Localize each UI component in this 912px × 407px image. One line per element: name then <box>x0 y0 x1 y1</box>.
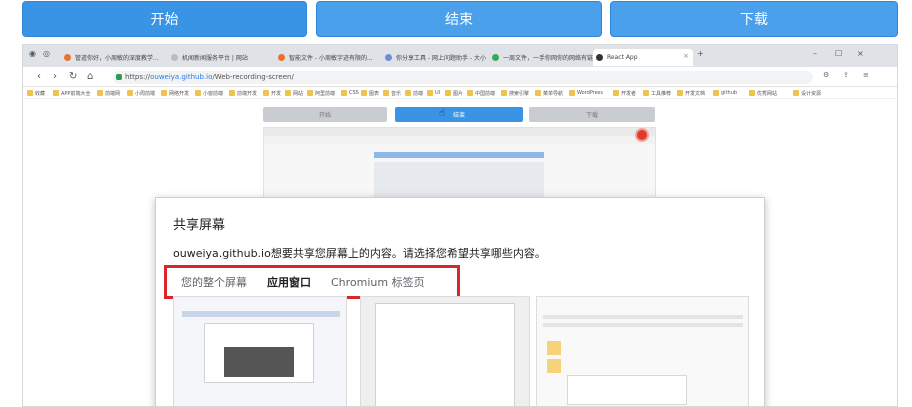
thumb-row <box>543 323 743 327</box>
window-thumbnail[interactable] <box>536 296 749 406</box>
tab-favicon-icon <box>64 54 71 61</box>
tab-chromium-tab[interactable]: Chromium 标签页 <box>331 274 425 290</box>
tab-application-window[interactable]: 应用窗口 <box>267 274 311 290</box>
share-source-tabs: 您的整个屏幕 应用窗口 Chromium 标签页 <box>164 265 460 299</box>
tab-favicon-icon <box>278 54 285 61</box>
bookmark-item[interactable]: 工具推荐 <box>643 88 671 98</box>
dialog-description: ouweiya.github.io想要共享您屏幕上的内容。请选择您希望共享哪些内… <box>173 247 546 260</box>
browser-tab-strip: ◉ ◎ 管道你好，小周敏的深度教学... 机闻新闻服务平台 | 网站 智能文件 … <box>23 45 897 67</box>
tab-favicon-icon <box>171 54 178 61</box>
share-icon[interactable]: ⇪ <box>843 71 849 79</box>
bookmark-item[interactable]: 中国前端 <box>467 88 495 98</box>
browser-tab-active[interactable]: React App × <box>593 49 693 66</box>
thumb-folder-icon <box>547 359 561 373</box>
nested-address-bar <box>264 136 655 144</box>
nested-tab-strip <box>264 128 655 136</box>
close-tab-icon[interactable]: × <box>683 52 689 60</box>
extensions-icon[interactable]: ⚙ <box>823 71 829 79</box>
bookmark-item[interactable]: github <box>713 88 737 98</box>
bookmark-item[interactable]: 小窗前端 <box>195 88 223 98</box>
bookmark-item[interactable]: UI <box>427 88 440 98</box>
back-icon[interactable]: ‹ <box>37 71 41 82</box>
minimize-icon[interactable]: – <box>813 49 817 58</box>
nested-start-button[interactable]: 开始 <box>263 107 387 122</box>
thumb-image <box>224 347 294 377</box>
address-bar-row: ‹ › ↻ ⌂ https://ouweiya.github.io/Web-re… <box>23 67 897 87</box>
bookmark-item[interactable]: 网站 <box>285 88 303 98</box>
bookmark-item[interactable]: 开发文档 <box>677 88 705 98</box>
new-tab-icon[interactable]: + <box>697 49 704 58</box>
thumb-panel <box>567 375 687 405</box>
bookmark-item[interactable]: APP前端大全 <box>53 88 90 98</box>
bookmark-item[interactable]: 搜索引擎 <box>501 88 529 98</box>
lock-icon <box>116 74 122 80</box>
bookmark-item[interactable]: 小周前端 <box>127 88 155 98</box>
tab-favicon-icon <box>492 54 499 61</box>
nested-download-button[interactable]: 下载 <box>529 107 655 122</box>
browser-tab[interactable]: 管道你好，小周敏的深度教学... <box>61 49 165 66</box>
nested-button-strip <box>374 152 544 158</box>
download-button[interactable]: 下载 <box>610 1 898 37</box>
bookmark-item[interactable]: 开发者 <box>613 88 636 98</box>
bookmark-item[interactable]: 菜单导航 <box>535 88 563 98</box>
bookmark-item[interactable]: CSS <box>341 88 359 98</box>
tab-favicon-icon <box>385 54 392 61</box>
screen-recording-page: 开始 结束 下载 ◉ ◎ 管道你好，小周敏的深度教学... 机闻新闻服务平台 |… <box>0 0 912 407</box>
browser-tab[interactable]: 一周文件，一手你网你的网络有链 <box>489 49 593 66</box>
bookmark-item[interactable]: 阿里前端 <box>307 88 335 98</box>
browser-logo-icon: ◉ <box>29 49 36 58</box>
bookmark-item[interactable]: 设计资源 <box>793 88 821 98</box>
recorded-screen-preview: ◉ ◎ 管道你好，小周敏的深度教学... 机闻新闻服务平台 | 网站 智能文件 … <box>22 44 898 407</box>
bookmark-item[interactable]: 收藏 <box>27 88 45 98</box>
bookmark-item[interactable]: 图表 <box>361 88 379 98</box>
browser-tab[interactable]: 机闻新闻服务平台 | 网站 <box>168 49 272 66</box>
url-field[interactable]: https://ouweiya.github.io/Web-recording-… <box>113 71 813 84</box>
bookmark-item[interactable]: 优秀网站 <box>749 88 777 98</box>
bookmark-item[interactable]: 前端网 <box>97 88 120 98</box>
bookmark-item[interactable]: 开发 <box>263 88 281 98</box>
bookmark-item[interactable]: WordPress <box>569 88 603 98</box>
bookmark-item[interactable]: 音乐 <box>383 88 401 98</box>
nested-end-button[interactable]: 结束 <box>395 107 523 122</box>
mouse-cursor-icon: ☝ <box>439 108 446 119</box>
thumb-folder-icon <box>547 341 561 355</box>
restore-icon[interactable]: ☐ <box>835 49 842 58</box>
tab-entire-screen[interactable]: 您的整个屏幕 <box>181 274 247 290</box>
bookmark-item[interactable]: 前端 <box>405 88 423 98</box>
thumb-header <box>182 311 340 317</box>
start-button[interactable]: 开始 <box>22 1 307 37</box>
bookmark-item[interactable]: 图片 <box>445 88 463 98</box>
reload-icon[interactable]: ↻ <box>69 71 77 82</box>
browser-menu-icon: ◎ <box>43 49 50 58</box>
end-button[interactable]: 结束 <box>316 1 602 37</box>
tab-favicon-icon <box>596 54 603 61</box>
close-window-icon[interactable]: × <box>857 49 864 58</box>
dialog-title: 共享屏幕 <box>173 218 226 233</box>
window-thumbnail[interactable] <box>173 296 347 406</box>
top-toolbar: 开始 结束 下载 <box>0 0 912 40</box>
bookmark-item[interactable]: 网络开发 <box>161 88 189 98</box>
forward-icon[interactable]: › <box>53 71 57 82</box>
bookmark-item[interactable]: 前端开发 <box>229 88 257 98</box>
home-icon[interactable]: ⌂ <box>87 71 93 82</box>
recording-indicator-icon <box>635 128 649 142</box>
menu-icon[interactable]: ≡ <box>863 71 869 79</box>
share-screen-dialog: 共享屏幕 ouweiya.github.io想要共享您屏幕上的内容。请选择您希望… <box>155 197 765 406</box>
bookmarks-bar: 收藏 APP前端大全 前端网 小周前端 网络开发 小窗前端 前端开发 开发 网站… <box>23 87 897 99</box>
thumb-document <box>375 303 515 406</box>
thumb-row <box>543 315 743 319</box>
window-thumbnail[interactable] <box>360 296 530 406</box>
browser-tab[interactable]: 你分享工具 - 网上问题助手 - 大小... <box>382 49 486 66</box>
browser-tab[interactable]: 智能文件 - 小周敏字迹有限的... <box>275 49 379 66</box>
